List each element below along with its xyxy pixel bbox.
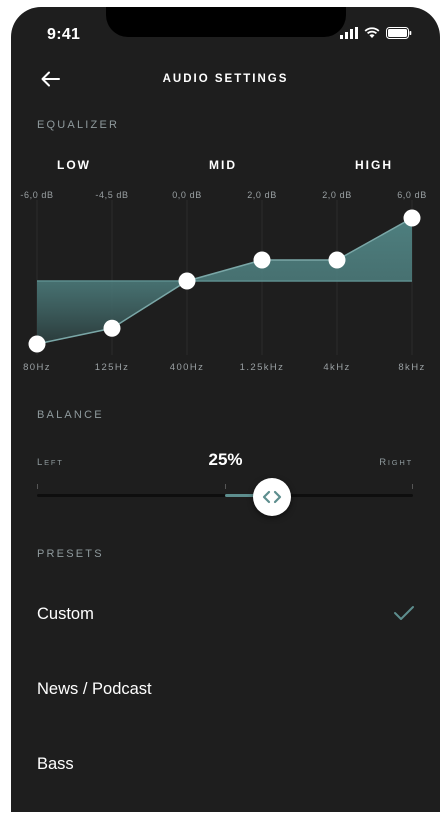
check-icon: [394, 606, 414, 620]
eq-point-handle[interactable]: [253, 251, 271, 269]
eq-frequency-label: 80Hz: [23, 362, 51, 373]
balance-tick-right: [412, 484, 413, 489]
eq-gain-label: -4,5 dB: [95, 190, 128, 200]
eq-point-handle[interactable]: [178, 272, 196, 290]
eq-point-handle[interactable]: [28, 335, 46, 353]
eq-gain-label: 0,0 dB: [172, 190, 202, 200]
phone-screen: 9:41 AUDIO SETTINGS EQUALIZER LOW MID HI…: [11, 7, 440, 812]
eq-gain-label: 2,0 dB: [247, 190, 277, 200]
eq-point-handle[interactable]: [328, 251, 346, 269]
preset-label: News / Podcast: [37, 680, 152, 698]
eq-gain-label: -6,0 dB: [20, 190, 53, 200]
eq-gain-label: 6,0 dB: [397, 190, 427, 200]
preset-label: Bass: [37, 755, 74, 773]
equalizer-graph[interactable]: -6,0 dB -4,5 dB 0,0 dB 2,0 dB 2,0 dB 6,0 dB 80…: [11, 7, 440, 397]
chevron-left-right-icon: [262, 490, 282, 504]
balance-tick-center: [225, 484, 226, 489]
preset-news-podcast[interactable]: News / Podcast: [37, 660, 417, 720]
preset-custom[interactable]: Custom: [37, 585, 417, 645]
balance-slider-thumb[interactable]: [253, 478, 291, 516]
balance-right-label: RIGHT: [379, 457, 413, 468]
eq-frequency-label: 1.25kHz: [240, 362, 285, 373]
balance-tick-left: [37, 484, 38, 489]
eq-frequency-label: 400Hz: [170, 362, 204, 373]
preset-bass[interactable]: Bass: [37, 735, 417, 795]
eq-frequency-label: 8kHz: [398, 362, 425, 373]
balance-value: 25%: [208, 450, 243, 469]
balance-section-label: BALANCE: [37, 409, 104, 421]
eq-point-handle[interactable]: [403, 209, 421, 227]
eq-frequency-label: 125Hz: [95, 362, 129, 373]
presets-section-label: PRESETS: [37, 548, 104, 560]
eq-gain-label: 2,0 dB: [322, 190, 352, 200]
eq-point-handle[interactable]: [103, 319, 121, 337]
preset-label: Custom: [37, 605, 94, 623]
eq-frequency-label: 4kHz: [323, 362, 350, 373]
